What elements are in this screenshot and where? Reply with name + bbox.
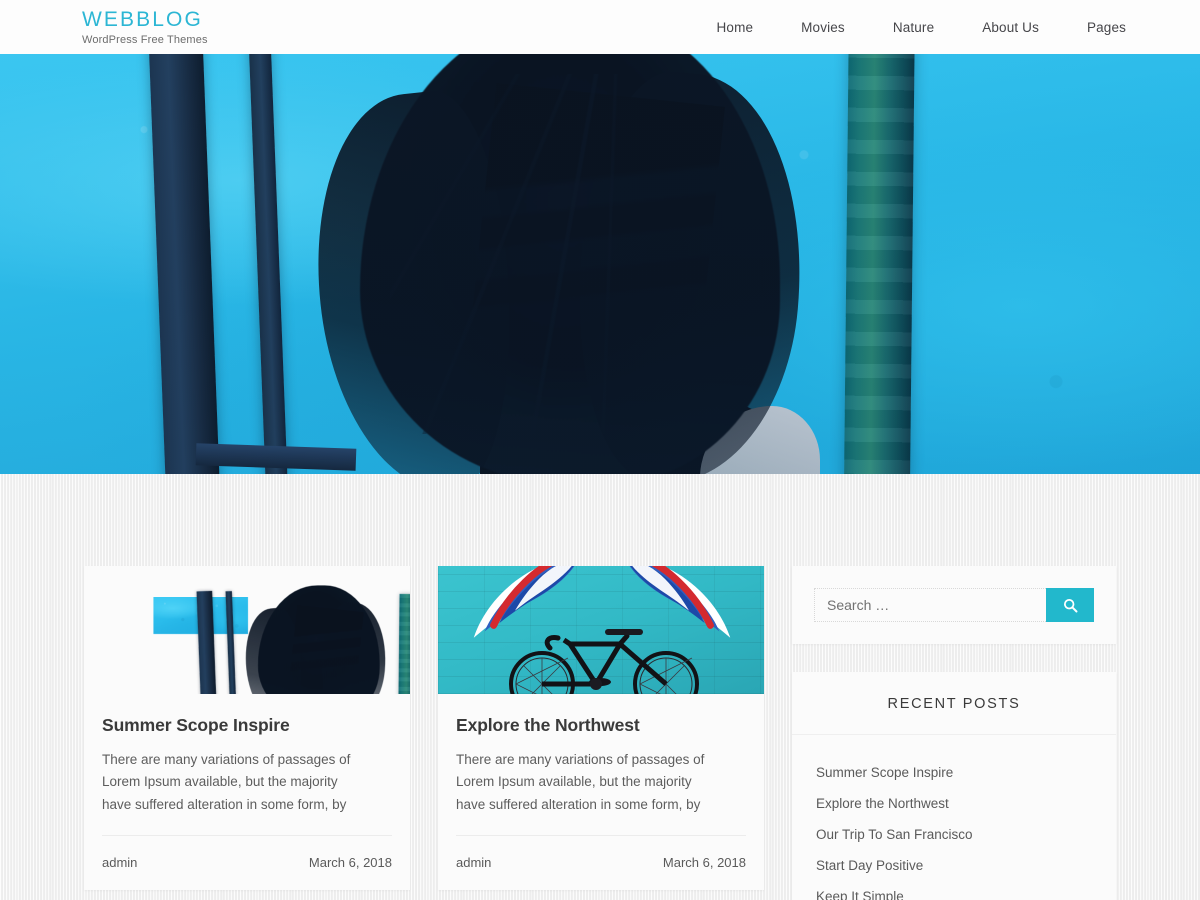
post-card: Summer Scope Inspire There are many vari…: [84, 566, 410, 891]
list-item: Summer Scope Inspire: [792, 757, 1116, 788]
search-widget: [792, 566, 1116, 644]
site-tagline: WordPress Free Themes: [82, 34, 208, 47]
site-title[interactable]: WEBBLOG: [82, 9, 300, 31]
sidebar: RECENT POSTS Summer Scope Inspire Explor…: [792, 566, 1116, 900]
recent-post-link[interactable]: Our Trip To San Francisco: [816, 819, 1092, 850]
search-input[interactable]: [814, 588, 1046, 622]
post-excerpt: There are many variations of passages of…: [456, 751, 705, 812]
nav-item-pages[interactable]: Pages: [1063, 20, 1126, 35]
search-form: [814, 588, 1094, 622]
post-list: Summer Scope Inspire There are many vari…: [84, 566, 764, 891]
list-item: Explore the Northwest: [792, 788, 1116, 819]
hero-figure-flyaway-strands: [390, 74, 750, 434]
recent-posts-list: Summer Scope Inspire Explore the Northwe…: [792, 735, 1116, 900]
content-area: Summer Scope Inspire There are many vari…: [0, 474, 1200, 900]
search-icon: [1063, 598, 1077, 612]
post-author[interactable]: admin: [102, 855, 137, 870]
post-meta: admin March 6, 2018: [456, 835, 746, 890]
nav-item-about-us[interactable]: About Us: [958, 20, 1063, 35]
site-branding[interactable]: WEBBLOG WordPress Free Themes: [0, 7, 300, 47]
hero-banner: [0, 54, 1200, 474]
thumb-portrait-figure: [240, 585, 402, 694]
search-submit-button[interactable]: [1046, 588, 1094, 622]
post-title[interactable]: Summer Scope Inspire: [102, 714, 392, 737]
post-thumbnail[interactable]: [84, 566, 410, 694]
post-meta: admin March 6, 2018: [102, 835, 392, 890]
post-thumbnail-image: [153, 585, 410, 694]
recent-post-link[interactable]: Start Day Positive: [816, 850, 1092, 881]
post-title[interactable]: Explore the Northwest: [456, 714, 746, 737]
recent-post-link[interactable]: Keep It Simple: [816, 881, 1092, 900]
nav-item-movies[interactable]: Movies: [777, 20, 869, 35]
site-header: WEBBLOG WordPress Free Themes Home Movie…: [0, 0, 1200, 54]
recent-posts-title: RECENT POSTS: [792, 672, 1116, 735]
bicycle-icon: [509, 629, 699, 694]
list-item: Start Day Positive: [792, 850, 1116, 881]
post-thumbnail[interactable]: [438, 566, 764, 694]
recent-post-link[interactable]: Summer Scope Inspire: [816, 757, 1092, 788]
list-item: Our Trip To San Francisco: [792, 819, 1116, 850]
post-author[interactable]: admin: [456, 855, 491, 870]
list-item: Keep It Simple: [792, 881, 1116, 900]
post-date[interactable]: March 6, 2018: [663, 855, 746, 870]
primary-navigation: Home Movies Nature About Us Pages: [693, 20, 1200, 35]
recent-posts-widget: RECENT POSTS Summer Scope Inspire Explor…: [792, 672, 1116, 900]
hero-image: [0, 54, 1200, 474]
post-card: Explore the Northwest There are many var…: [438, 566, 764, 891]
post-date[interactable]: March 6, 2018: [309, 855, 392, 870]
nav-item-home[interactable]: Home: [693, 20, 778, 35]
post-excerpt: There are many variations of passages of…: [102, 751, 351, 812]
hero-portrait-figure: [299, 54, 860, 474]
post-body: Explore the Northwest There are many var…: [438, 694, 764, 816]
recent-post-link[interactable]: Explore the Northwest: [816, 788, 1092, 819]
nav-item-nature[interactable]: Nature: [869, 20, 958, 35]
post-body: Summer Scope Inspire There are many vari…: [84, 694, 410, 816]
thumb-figure-hair-front: [288, 605, 364, 694]
